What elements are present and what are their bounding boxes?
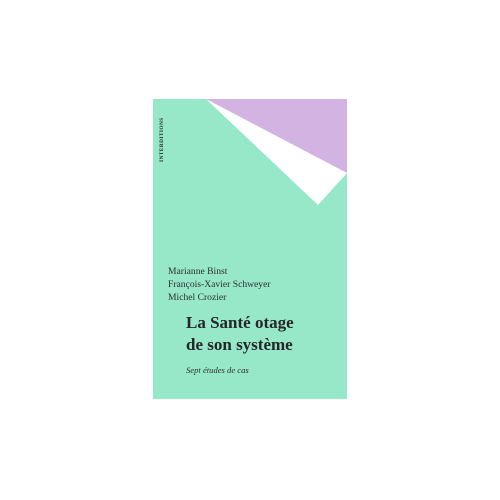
author-name: Michel Crozier	[168, 292, 227, 303]
authors-list: Marianne Binst François-Xavier Schweyer …	[168, 265, 271, 304]
title-line: La Santé otage	[186, 313, 294, 332]
author-name: Marianne Binst	[168, 266, 228, 277]
book-title: La Santé otage de son système	[186, 312, 294, 356]
collection-label: INTERDITIONS	[159, 117, 165, 163]
book-subtitle: Sept études de cas	[186, 365, 249, 375]
author-name: François-Xavier Schweyer	[168, 279, 271, 290]
page: INTERDITIONS Marianne Binst François-Xav…	[0, 0, 500, 500]
title-line: de son système	[186, 335, 293, 354]
